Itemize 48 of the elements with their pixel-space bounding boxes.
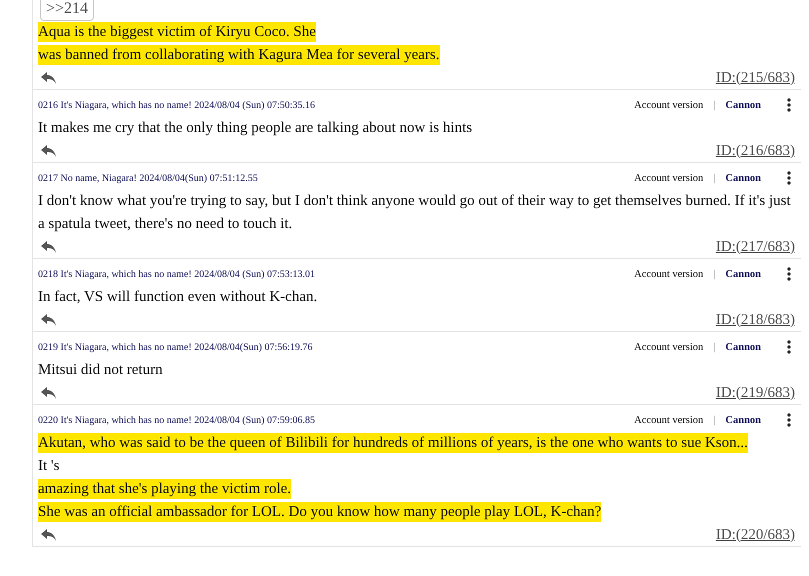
- account-version-link[interactable]: Account version: [634, 172, 704, 184]
- reply-icon[interactable]: [41, 314, 57, 326]
- separator: |: [713, 100, 716, 110]
- post-text: amazing that she's playing the victim role.: [38, 479, 292, 499]
- cannon-link[interactable]: Cannon: [725, 100, 761, 110]
- reply-icon[interactable]: [41, 240, 57, 254]
- post-text: It 's: [38, 457, 60, 476]
- cannon-link[interactable]: Cannon: [725, 342, 761, 352]
- account-version-link[interactable]: Account version: [634, 342, 704, 352]
- separator: |: [713, 342, 716, 352]
- post-id-link[interactable]: ID:(215/683): [716, 70, 795, 86]
- post-meta: 0219 It's Niagara, which has no name! 2024/08/04(Sun) 07:56:19.76: [38, 342, 314, 352]
- post-meta: 0220 It's Niagara, which has no name! 2024/08/04 (Sun) 07:59:06.85: [38, 414, 316, 426]
- post-text: She was an official ambassador for LOL. Do you know how many people play LOL, K-chan?: [38, 502, 602, 522]
- more-options-icon[interactable]: [787, 171, 791, 185]
- quote-link[interactable]: >>214: [40, 0, 94, 21]
- post-text: was banned from collaborating with Kagura Mea for several years.: [38, 45, 440, 65]
- more-options-icon[interactable]: [787, 267, 791, 281]
- account-version-link[interactable]: Account version: [634, 414, 704, 426]
- post-id-link[interactable]: ID:(219/683): [716, 384, 795, 402]
- separator: |: [713, 268, 716, 280]
- post-text: Akutan, who was said to be the queen of Bilibili for hundreds of millions of years, is the one who wants to sue Kson...: [38, 433, 748, 453]
- reply-icon[interactable]: [41, 528, 57, 542]
- post-id-link[interactable]: ID:(218/683): [716, 312, 795, 328]
- post-meta: 0218 It's Niagara, which has no name! 2024/08/04 (Sun) 07:53:13.01: [38, 268, 316, 280]
- reply-icon[interactable]: [41, 144, 57, 158]
- post-text: I don't know what you're trying to say, but I don't think anyone would go out of their way to get themselves burned. If it's just a spatula tweet, there's no need to touch it.: [38, 192, 791, 234]
- more-options-icon[interactable]: [787, 98, 791, 112]
- post-id-link[interactable]: ID:(220/683): [716, 526, 795, 544]
- reply-icon[interactable]: [41, 386, 57, 400]
- cannon-link[interactable]: Cannon: [725, 268, 761, 280]
- post-text: Mitsui did not return: [38, 361, 163, 380]
- post-meta: 0217 No name, Niagara! 2024/08/04(Sun) 07:51:12.55: [38, 172, 259, 184]
- post-meta: 0216 It's Niagara, which has no name! 2024/08/04 (Sun) 07:50:35.16: [38, 100, 316, 110]
- separator: |: [713, 172, 716, 184]
- account-version-link[interactable]: Account version: [634, 268, 704, 280]
- account-version-link[interactable]: Account version: [634, 100, 704, 110]
- cannon-link[interactable]: Cannon: [725, 172, 761, 184]
- reply-icon[interactable]: [41, 72, 57, 84]
- post-text: Aqua is the biggest victim of Kiryu Coco. She: [38, 22, 316, 42]
- separator: |: [713, 414, 716, 426]
- post-id-link[interactable]: ID:(217/683): [716, 238, 795, 256]
- more-options-icon[interactable]: [787, 340, 791, 354]
- post-text: In fact, VS will function even without K-chan.: [38, 288, 318, 307]
- cannon-link[interactable]: Cannon: [725, 414, 761, 426]
- post-id-link[interactable]: ID:(216/683): [716, 142, 795, 160]
- more-options-icon[interactable]: [787, 413, 791, 427]
- post-text: It makes me cry that the only thing people are talking about now is hints: [38, 119, 472, 138]
